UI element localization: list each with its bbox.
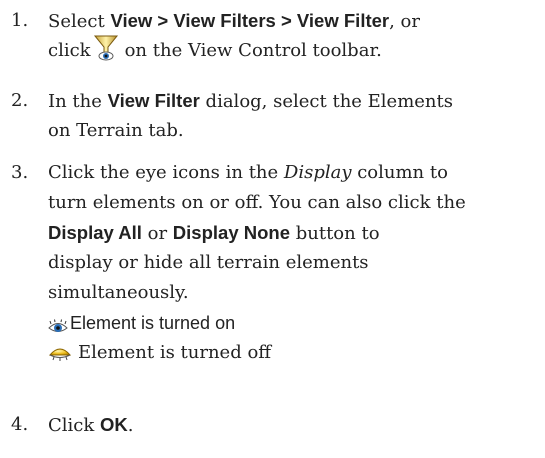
step-number: 3. [11, 162, 29, 183]
text-run: In the [48, 91, 108, 112]
eye-closed-icon [48, 342, 72, 361]
text-run: Click the eye icons in the [48, 162, 284, 183]
text-run: Click [48, 415, 100, 436]
step-line: click on the View Control toolbar. [48, 33, 543, 66]
step-line: on Terrain tab. [48, 120, 184, 141]
step-number: 1. [11, 10, 29, 31]
legend-item-on: Element is turned on [48, 308, 543, 338]
step-line: Click OK. [48, 410, 543, 440]
step-text: Click OK. [48, 410, 543, 440]
legend-label: Element is turned off [78, 342, 272, 363]
button-name: Display None [172, 222, 290, 243]
text-run: Select [48, 11, 111, 32]
step-text: Click the eye icons in the Display colum… [48, 158, 543, 368]
view-filter-funnel-icon [93, 33, 119, 63]
legend-label: Element is turned on [70, 313, 236, 333]
step-text: In the View Filter dialog, select the El… [48, 86, 543, 146]
text-run: . [127, 415, 134, 436]
button-name: OK [100, 414, 128, 435]
menu-path: View > View Filters > View Filter [110, 10, 390, 31]
text-run: column to [351, 162, 448, 183]
step-number: 4. [11, 414, 29, 435]
step-line: simultaneously. [48, 282, 189, 303]
dialog-name: View Filter [107, 90, 200, 111]
step-line: In the View Filter dialog, select the El… [48, 86, 543, 116]
step-text: Select View > View Filters > View Filter… [48, 6, 543, 66]
text-run: , or [389, 11, 420, 32]
step-line: Display All or Display None button to [48, 218, 543, 248]
step-line: display or hide all terrain elements [48, 252, 369, 273]
step-line: Select View > View Filters > View Filter… [48, 6, 543, 36]
text-run: or [141, 223, 173, 244]
column-name: Display [283, 162, 352, 183]
text-run: on the View Control toolbar. [124, 40, 382, 61]
text-run: click [48, 40, 91, 61]
step-line: Click the eye icons in the Display colum… [48, 158, 543, 188]
text-run: button to [290, 223, 380, 244]
text-run: dialog, select the Elements [199, 91, 453, 112]
step-number: 2. [11, 90, 29, 111]
eye-open-icon [48, 315, 68, 332]
step-line: turn elements on or off. You can also cl… [48, 192, 466, 213]
legend-item-off: Element is turned off [48, 338, 543, 368]
button-name: Display All [48, 222, 142, 243]
